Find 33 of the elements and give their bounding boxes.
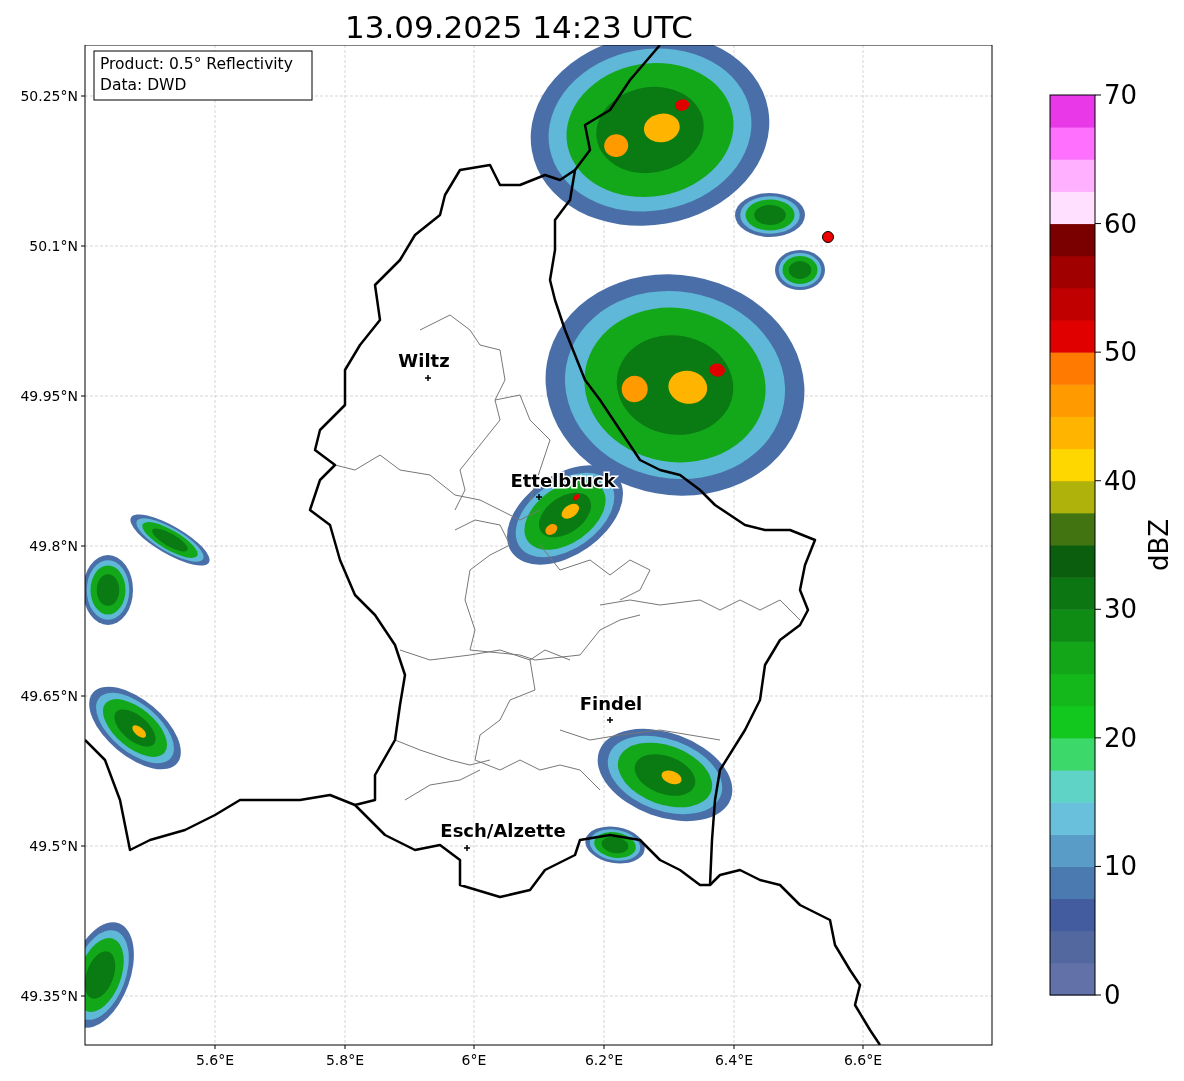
axis-tick-label: 5.8°E [325, 1052, 365, 1068]
axis-tick-label: 6.4°E [714, 1052, 754, 1068]
axis-tick-label: 50.25°N [20, 88, 78, 104]
city-label: Esch/Alzette [440, 820, 566, 841]
colorbar-tick-label: 20 [1104, 722, 1138, 753]
colorbar-tick-label: 30 [1104, 594, 1138, 625]
chart-title: 13.09.2025 14:23 UTC [345, 9, 693, 45]
axis-tick-label: 49.8°N [29, 538, 78, 554]
colorbar-tick-label: 0 [1104, 980, 1121, 1010]
axis-tick-label: 49.65°N [20, 688, 78, 704]
city-label: Wiltz [398, 350, 450, 371]
axis-tick-label: 49.5°N [29, 838, 78, 854]
axis-tick-label: 50.1°N [29, 238, 78, 254]
colorbar-tick-label: 50 [1104, 337, 1138, 368]
colorbar-tick-label: 40 [1104, 465, 1138, 496]
city-marker-icon [535, 493, 543, 501]
axis-tick-label: 6.6°E [843, 1052, 883, 1068]
axis-tick-label: 49.35°N [20, 988, 78, 1004]
city-label: Findel [579, 693, 643, 714]
info-text: Product: 0.5° Reflectivity [100, 55, 293, 73]
axis-tick-label: 5.6°E [195, 1052, 235, 1068]
city-marker-icon [463, 844, 471, 852]
colorbar-tick-label: 10 [1104, 851, 1138, 882]
axis-tick-label: 6°E [461, 1052, 487, 1068]
colorbar-label: dBZ [1144, 518, 1174, 572]
axis-tick-label: 49.95°N [20, 388, 78, 404]
colorbar-tick-label: 60 [1104, 208, 1138, 239]
colorbar-tick-label: 70 [1104, 80, 1138, 110]
city-marker-icon [424, 374, 432, 382]
info-text: Data: DWD [100, 76, 187, 94]
city-marker-icon [606, 716, 614, 724]
station-dot-icon [822, 231, 834, 243]
axis-tick-label: 6.2°E [584, 1052, 624, 1068]
